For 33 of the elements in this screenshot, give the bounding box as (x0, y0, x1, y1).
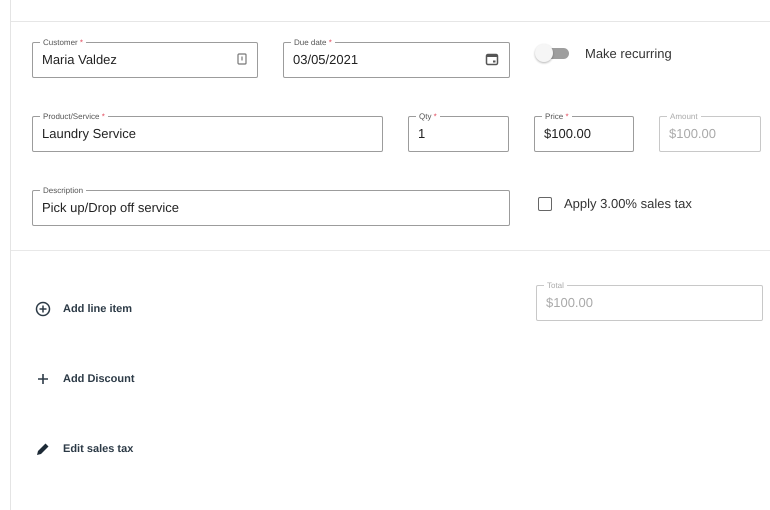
field-value: Laundry Service (42, 126, 136, 140)
field-value: Pick up/Drop off service (42, 200, 180, 214)
checkbox-label: Apply 3.00% sales tax (564, 196, 692, 211)
text-field[interactable]: Description Pick up/Drop off service (32, 186, 510, 226)
checkbox[interactable] (538, 196, 552, 210)
field-label: Total (547, 281, 564, 290)
toggle-label: Make recurring (585, 46, 672, 60)
action-link[interactable]: Add Discount (35, 371, 134, 387)
field-label: Description (43, 186, 84, 195)
field-label: Qty * (419, 112, 437, 121)
field-label: Product/Service * (43, 112, 105, 121)
contact-card-icon[interactable] (237, 53, 247, 65)
field-value: $100.00 (546, 294, 593, 310)
field-label: Price * (545, 112, 569, 121)
text-field[interactable]: Qty * 1 (408, 112, 509, 152)
plus-icon (35, 371, 51, 387)
text-field[interactable]: Product/Service * Laundry Service (32, 112, 383, 152)
field-label: Customer * (43, 38, 84, 47)
add-circle-icon (35, 301, 51, 317)
calendar-icon[interactable] (485, 52, 499, 66)
field-value: Maria Valdez (42, 52, 117, 66)
text-field[interactable]: Customer * Maria Valdez (32, 38, 258, 78)
pencil-icon (35, 441, 51, 457)
field-value: 1 (418, 126, 426, 140)
action-link[interactable]: Edit sales tax (35, 441, 134, 457)
field-value: $100.00 (669, 126, 716, 140)
field-label: Due date * (294, 38, 332, 47)
text-field[interactable]: Price * $100.00 (534, 112, 634, 152)
field-value: $100.00 (544, 126, 591, 140)
text-field[interactable]: Due date * 03/05/2021 (283, 38, 510, 78)
action-link[interactable]: Add line item (35, 301, 132, 317)
field-label: Amount (670, 112, 698, 121)
field-value: 03/05/2021 (293, 52, 358, 66)
